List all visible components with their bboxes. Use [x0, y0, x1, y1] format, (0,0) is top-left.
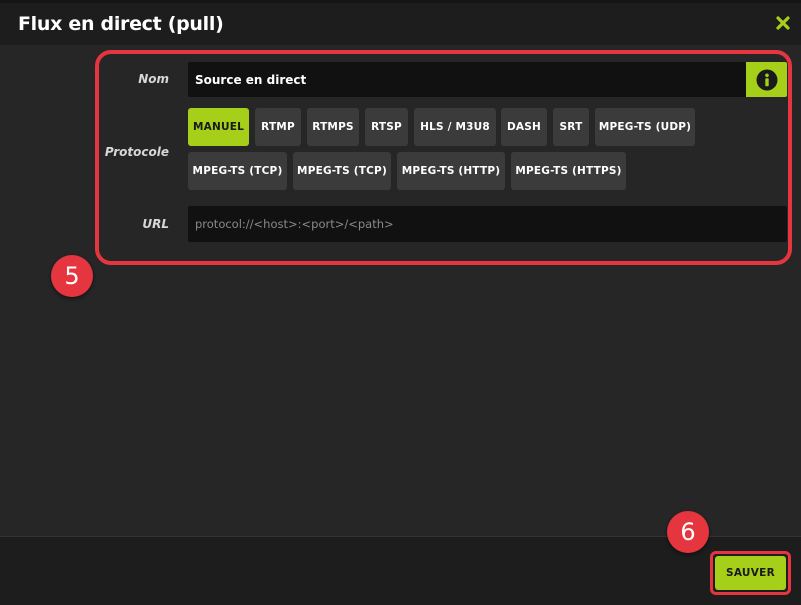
close-icon[interactable]: [775, 14, 791, 32]
form-highlight-frame: [95, 50, 792, 265]
save-button[interactable]: SAUVER: [715, 556, 786, 590]
dialog-title: Flux en direct (pull): [18, 13, 224, 35]
step-badge-6: 6: [667, 511, 709, 553]
dialog-header: Flux en direct (pull): [0, 3, 801, 45]
step-badge-5: 5: [51, 255, 93, 297]
